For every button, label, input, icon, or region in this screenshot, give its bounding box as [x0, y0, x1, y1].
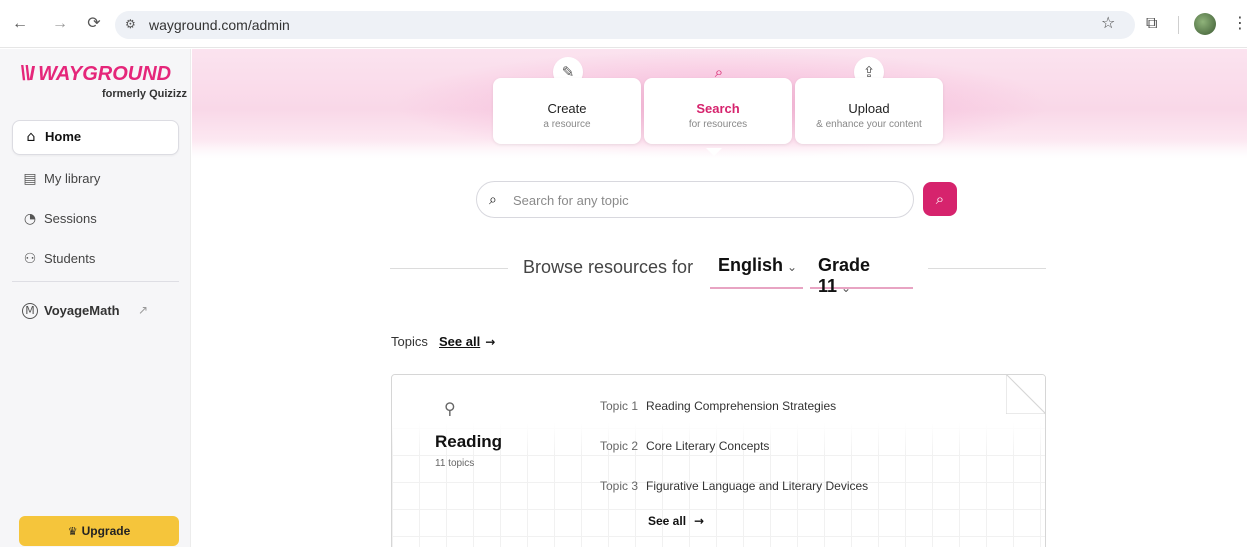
- home-icon: ⌂: [26, 129, 36, 145]
- reload-icon[interactable]: ⟳: [84, 14, 104, 34]
- brand-logo[interactable]: \\I WAYGROUND formerly Quizizz: [20, 63, 187, 100]
- logo-mark-icon: \\I: [20, 63, 35, 85]
- search-desc: for resources: [688, 119, 748, 130]
- search-field-icon: ⌕: [489, 192, 497, 208]
- sidebar: \\I WAYGROUND formerly Quizizz ⌂ Home ▤ …: [0, 49, 191, 547]
- sidebar-divider: [12, 281, 179, 282]
- sidebar-item-label: Home: [45, 129, 82, 144]
- search-button[interactable]: ⌕: [923, 182, 957, 216]
- card-see-all-link[interactable]: See all →: [648, 514, 704, 528]
- search-title: Search: [696, 101, 740, 116]
- search-input[interactable]: [513, 190, 903, 210]
- back-icon[interactable]: ←: [10, 14, 30, 34]
- topic-name: Core Literary Concepts: [646, 439, 770, 453]
- upload-card[interactable]: Upload & enhance your content: [795, 78, 943, 144]
- external-link-icon: ↗: [138, 303, 149, 317]
- sidebar-item-my-library[interactable]: ▤ My library: [12, 163, 179, 195]
- search-card[interactable]: Search for resources: [644, 78, 792, 144]
- search-bar[interactable]: ⌕: [476, 181, 914, 218]
- voyagemath-icon: M: [22, 303, 38, 319]
- toolbar-divider: [1178, 16, 1179, 34]
- browser-toolbar: ← → ⟳ ⚙ wayground.com/admin ☆ ⧉ ⋮: [0, 0, 1247, 48]
- sidebar-item-voyagemath[interactable]: M VoyageMath ↗: [12, 295, 179, 327]
- sidebar-item-home[interactable]: ⌂ Home: [12, 120, 179, 155]
- arrow-right-icon: →: [485, 335, 496, 349]
- topic-row[interactable]: Topic 1 Reading Comprehension Strategies: [600, 399, 836, 413]
- main-content: ✎ ⌕ ⇪ Create a resource Search for resou…: [192, 49, 1247, 547]
- library-icon: ▤: [23, 171, 37, 187]
- card-fold-shape: [1006, 375, 1045, 414]
- sidebar-item-label: Students: [44, 251, 96, 266]
- browse-divider-left: [390, 268, 508, 269]
- topic-name: Reading Comprehension Strategies: [646, 399, 837, 413]
- upgrade-button[interactable]: ♛ Upgrade: [19, 516, 179, 546]
- site-settings-icon[interactable]: ⚙: [125, 17, 136, 31]
- create-card[interactable]: Create a resource: [493, 78, 641, 144]
- active-card-caret: [706, 148, 722, 156]
- upload-title: Upload: [848, 101, 890, 116]
- brand-tagline: formerly Quizizz: [102, 88, 187, 100]
- subject-dropdown[interactable]: English ⌄: [710, 255, 803, 289]
- students-icon: ⚇: [23, 251, 37, 267]
- address-bar[interactable]: ⚙ wayground.com/admin: [115, 11, 1135, 39]
- sidebar-item-label: Sessions: [44, 211, 97, 226]
- brand-name: WAYGROUND: [38, 63, 172, 85]
- create-desc: a resource: [543, 119, 591, 130]
- bookmark-star-icon[interactable]: ☆: [1101, 13, 1115, 32]
- profile-avatar[interactable]: [1194, 13, 1216, 35]
- topic-row[interactable]: Topic 2 Core Literary Concepts: [600, 439, 769, 453]
- book-icon: ⚲: [444, 399, 456, 418]
- card-fold: [1006, 375, 1045, 414]
- grade-dropdown[interactable]: Grade 11 ⌄: [810, 255, 913, 296]
- topic-number: Topic 3: [600, 479, 639, 493]
- see-all-label: See all: [648, 514, 687, 528]
- browse-label: Browse resources for: [523, 257, 694, 277]
- sidebar-item-sessions[interactable]: ◔ Sessions: [12, 203, 179, 235]
- topic-number: Topic 2: [600, 439, 639, 453]
- browse-divider-right: [928, 268, 1046, 269]
- crown-icon: ♛: [67, 525, 78, 538]
- chevron-down-icon: ⌄: [787, 260, 798, 274]
- sidebar-item-label: VoyageMath: [44, 303, 120, 318]
- sidebar-item-students[interactable]: ⚇ Students: [12, 243, 179, 275]
- topic-card-reading[interactable]: ⚲ Reading 11 topics Topic 1 Reading Compr…: [391, 374, 1046, 547]
- extensions-icon[interactable]: ⧉: [1146, 13, 1157, 33]
- topics-label: Topics: [391, 334, 428, 349]
- sidebar-item-label: My library: [44, 171, 101, 186]
- upload-desc: & enhance your content: [816, 119, 922, 130]
- topics-see-all-link[interactable]: See all →: [439, 334, 495, 349]
- create-title: Create: [547, 101, 587, 116]
- forward-icon[interactable]: →: [50, 14, 70, 34]
- upgrade-label: Upgrade: [81, 524, 131, 538]
- subject-value: English: [718, 255, 784, 275]
- topic-subject: Reading: [435, 432, 503, 451]
- arrow-right-icon: →: [694, 514, 705, 528]
- topic-number: Topic 1: [600, 399, 639, 413]
- chevron-down-icon: ⌄: [841, 281, 852, 295]
- sessions-icon: ◔: [23, 211, 37, 227]
- see-all-label: See all: [439, 334, 481, 349]
- topic-name: Figurative Language and Literary Devices: [646, 479, 869, 493]
- address-url[interactable]: wayground.com/admin: [149, 17, 290, 33]
- topic-row[interactable]: Topic 3 Figurative Language and Literary …: [600, 479, 868, 493]
- menu-kebab-icon[interactable]: ⋮: [1232, 13, 1247, 32]
- topic-count: 11 topics: [435, 458, 475, 469]
